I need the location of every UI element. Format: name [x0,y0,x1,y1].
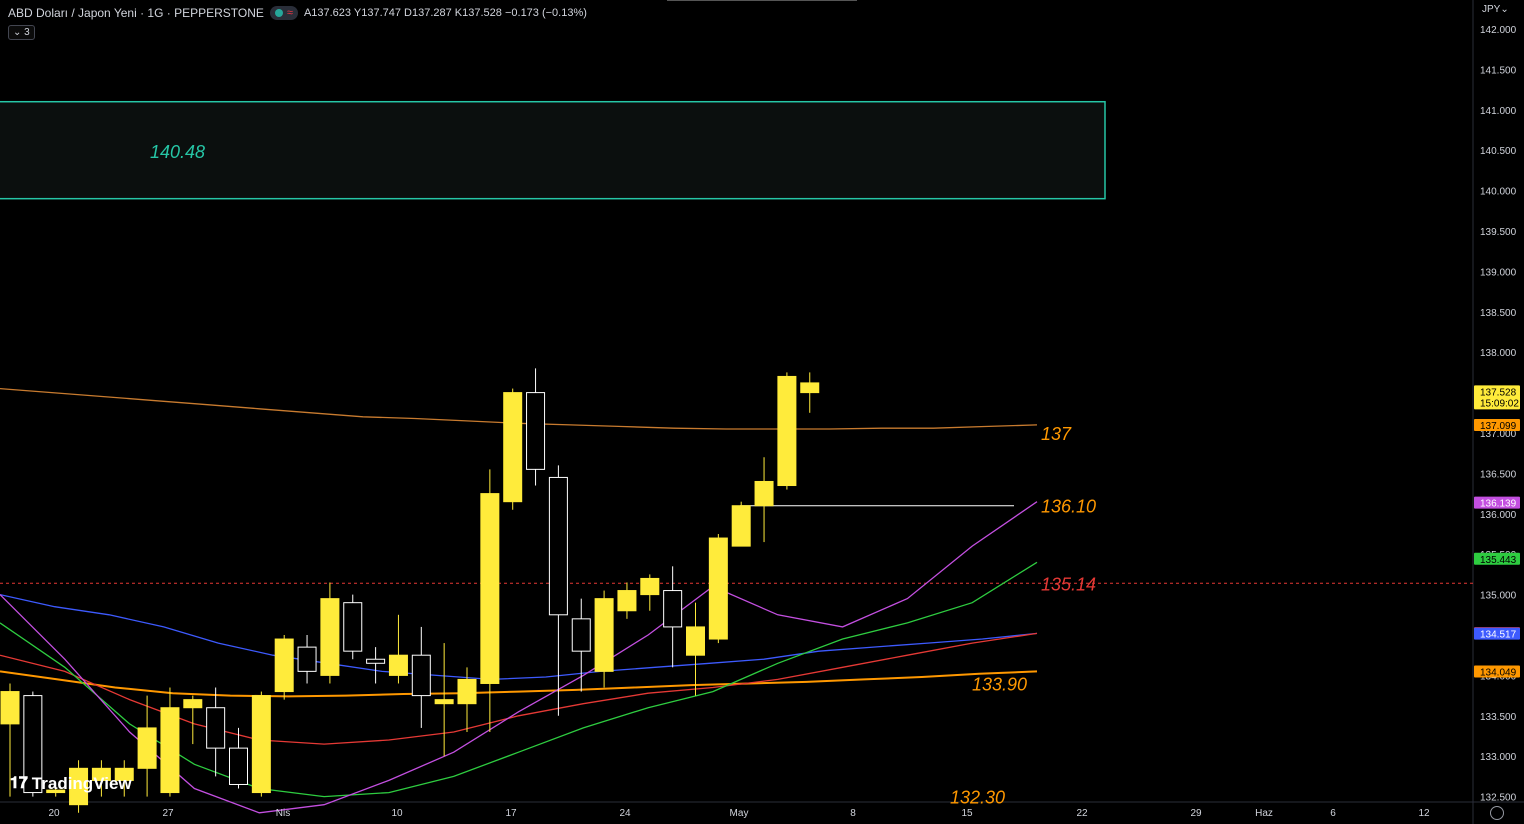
price-axis-label: 141.000 [1480,106,1517,117]
price-tag-label: 134.517 [1480,630,1517,641]
price-axis-label: 132.500 [1480,793,1517,804]
price-chart[interactable]: 140.48 137 136.10 135.14 133.90 132.30 142.000… [0,0,1524,824]
zone-label: 140.48 [150,142,205,162]
time-axis-label: 17 [505,808,517,819]
candle-body[interactable] [229,747,248,785]
time-axis-label: 12 [1418,808,1430,819]
symbol-title[interactable]: ABD Doları / Japon Yeni · 1G · PEPPERSTO… [8,6,264,20]
price-tag-label: 134.049 [1480,667,1517,678]
indicators-toggle-button[interactable]: ⌄ 3 [8,25,35,40]
candle-body[interactable] [320,598,340,676]
candle-body[interactable] [366,658,386,664]
price-tag-label: 137.528 [1480,387,1517,398]
price-tag-label: 135.443 [1480,555,1517,566]
time-axis-label: Haz [1255,808,1273,819]
price-axis-label: 139.500 [1480,227,1517,238]
top-divider [667,0,857,1]
time-axis-label: 10 [391,808,403,819]
moving-average-line[interactable] [0,670,1038,698]
time-axis-label: 22 [1076,808,1088,819]
price-axis-label: 136.000 [1480,510,1517,521]
candle-body[interactable] [297,646,317,672]
candle-body[interactable] [503,392,523,503]
candle-body[interactable] [137,727,157,769]
ohlc-values: A137.623 Y137.747 D137.287 K137.528 −0.1… [303,7,587,19]
currency-selector[interactable]: JPY⌄ [1482,4,1509,15]
candle-body[interactable] [160,707,180,794]
candle-body[interactable] [0,691,20,725]
candle-body[interactable] [640,577,660,596]
candle-body[interactable] [274,638,294,693]
candle-body[interactable] [663,590,683,628]
candle-body[interactable] [777,375,797,487]
time-axis-label: 8 [850,808,856,819]
tradingview-logo[interactable]: 𝟏𝟕 TradingView [10,774,132,794]
status-pill[interactable]: ≈ [269,6,298,20]
time-axis-label: 20 [48,808,60,819]
price-axis-label: 138.000 [1480,348,1517,359]
candle-body[interactable] [686,626,705,656]
price-annotation: 132.30 [950,788,1005,808]
price-axis-label: 135.000 [1480,591,1517,602]
time-axis-label: Nis [276,808,290,819]
price-axis-label: 140.000 [1480,187,1517,198]
candle-body[interactable] [617,590,637,612]
candle-body[interactable] [571,618,591,652]
price-axis-label: 140.500 [1480,146,1517,157]
price-annotation: 137 [1041,424,1072,444]
price-axis-label: 133.000 [1480,752,1517,763]
time-axis-label: 29 [1190,808,1202,819]
candle-body[interactable] [434,699,454,705]
candle-body[interactable] [708,537,728,640]
wave-icon: ≈ [286,7,293,19]
candle-body[interactable] [594,598,614,672]
tv-logo-icon: 𝟏𝟕 [10,775,28,792]
candle-body[interactable] [457,678,477,705]
price-axis-label: 141.500 [1480,65,1517,76]
price-tag-label: 136.139 [1480,499,1517,510]
candle-body[interactable] [731,505,751,547]
price-annotation: 136.10 [1041,497,1096,517]
candle-body[interactable] [480,493,500,684]
settings-gear-icon[interactable] [1490,806,1504,820]
market-status-icon [274,9,283,17]
candle-body[interactable] [800,382,820,394]
price-axis-label: 139.000 [1480,267,1517,278]
candle-body[interactable] [548,476,568,616]
time-axis-label: 27 [162,808,174,819]
time-axis-label: 24 [619,808,631,819]
candle-body[interactable] [251,695,271,794]
price-axis-label: 142.000 [1480,25,1517,36]
candle-body[interactable] [343,602,363,652]
price-axis-label: 133.500 [1480,712,1517,723]
candle-body[interactable] [754,480,774,507]
price-annotation: 133.90 [972,674,1027,694]
price-tag-label: 137.099 [1480,421,1517,432]
candle-body[interactable] [526,392,546,470]
symbol-legend[interactable]: ABD Doları / Japon Yeni · 1G · PEPPERSTO… [8,6,587,20]
price-annotation: 135.14 [1041,574,1096,594]
time-axis-label: 6 [1330,808,1336,819]
time-axis-label: May [730,808,749,819]
price-axis-label: 136.500 [1480,469,1517,480]
price-axis-label: 138.500 [1480,308,1517,319]
moving-average-line[interactable] [0,593,1038,681]
candle-body[interactable] [411,654,431,697]
candle-body[interactable] [206,707,226,749]
logo-text: TradingView [31,774,132,793]
countdown-label: 15:09:02 [1480,398,1519,409]
time-axis-label: 15 [961,808,973,819]
candle-body[interactable] [388,654,408,676]
candle-body[interactable] [183,699,203,709]
